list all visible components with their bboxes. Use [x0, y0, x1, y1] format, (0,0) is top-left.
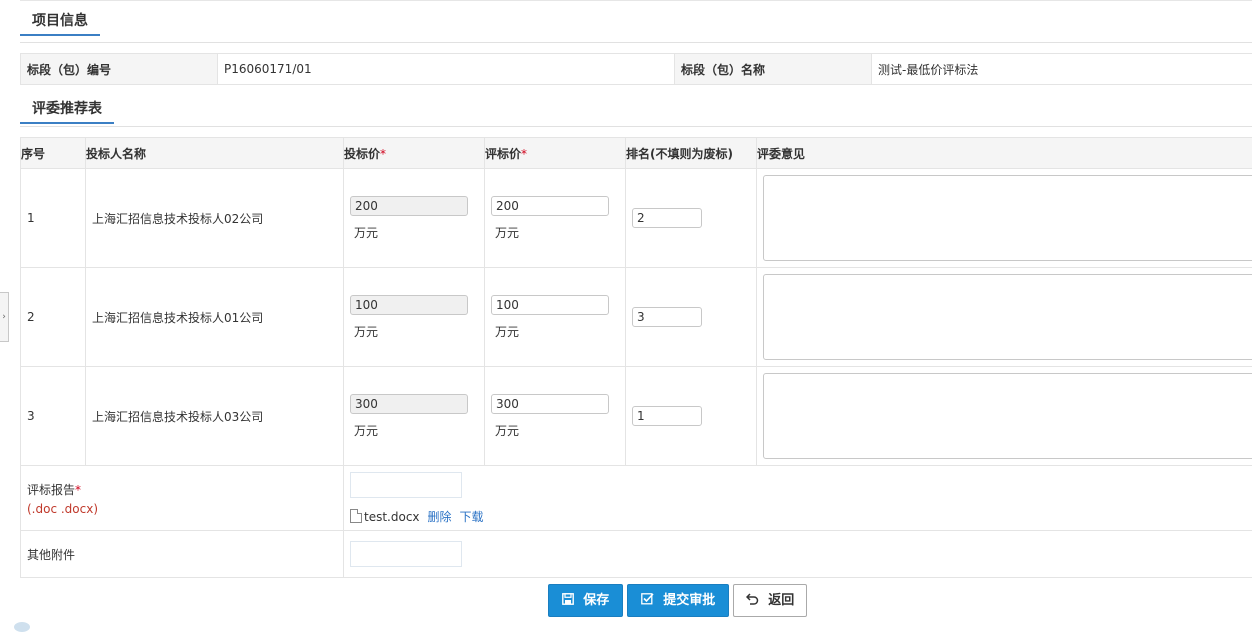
package-name-label: 标段（包）名称 [675, 54, 872, 85]
opinion-textarea[interactable] [763, 373, 1252, 459]
table-row: 2 上海汇招信息技术投标人01公司 万元 万元 [21, 268, 1252, 367]
rank-input[interactable] [632, 307, 702, 327]
unit-label: 万元 [495, 224, 619, 241]
opinion-textarea[interactable] [763, 274, 1252, 360]
package-code-label: 标段（包）编号 [21, 54, 218, 85]
col-seq: 序号 [21, 138, 86, 169]
other-attachment-row: 其他附件 [21, 531, 1252, 578]
col-rank: 排名(不填则为废标) [626, 138, 757, 169]
uploaded-file: test.docx 删除下载 [350, 508, 1248, 525]
package-info-table: 标段（包）编号 P16060171/01 标段（包）名称 测试-最低价评标法 [20, 53, 1252, 85]
col-opinion: 评委意见 [757, 138, 1252, 169]
bid-price-input[interactable] [350, 196, 468, 216]
eval-price-input[interactable] [491, 196, 609, 216]
return-arrow-icon [746, 593, 764, 608]
recommend-table: 序号 投标人名称 投标价* 评标价* 排名(不填则为废标) 评委意见 1 上海汇… [20, 137, 1252, 578]
other-attachment-label: 其他附件 [21, 531, 344, 578]
unit-label: 万元 [354, 224, 478, 241]
package-code-value: P16060171/01 [218, 54, 675, 85]
eval-price-input[interactable] [491, 295, 609, 315]
report-formats: (.doc .docx) [27, 502, 337, 516]
required-mark: * [75, 483, 81, 497]
col-bidder: 投标人名称 [86, 138, 344, 169]
required-mark: * [380, 147, 386, 161]
unit-label: 万元 [495, 422, 619, 439]
row-seq: 3 [21, 367, 86, 466]
report-attachment-row: 评标报告* (.doc .docx) test.docx 删除下载 [21, 466, 1252, 531]
report-upload-box[interactable] [350, 472, 462, 498]
bid-price-input[interactable] [350, 295, 468, 315]
back-label: 返回 [768, 593, 794, 608]
recommend-divider [20, 126, 1252, 127]
project-info-title: 项目信息 [20, 8, 100, 36]
bid-price-input[interactable] [350, 394, 468, 414]
checkbox-edit-icon [641, 593, 659, 608]
package-name-value: 测试-最低价评标法 [872, 54, 1252, 85]
corner-decoration [14, 622, 30, 632]
submit-label: 提交审批 [663, 593, 715, 608]
col-bid-price: 投标价* [344, 138, 485, 169]
download-file-link[interactable]: 下载 [460, 510, 484, 524]
chevron-right-icon: › [2, 312, 6, 322]
table-header-row: 序号 投标人名称 投标价* 评标价* 排名(不填则为废标) 评委意见 [21, 138, 1252, 169]
top-divider [20, 0, 1252, 1]
back-button[interactable]: 返回 [733, 584, 807, 617]
eval-price-input[interactable] [491, 394, 609, 414]
col-eval-price: 评标价* [485, 138, 626, 169]
submit-approval-button[interactable]: 提交审批 [627, 584, 729, 617]
row-bidder: 上海汇招信息技术投标人01公司 [86, 268, 344, 367]
project-info-divider [20, 42, 1252, 43]
save-button[interactable]: 保存 [548, 584, 623, 617]
save-label: 保存 [583, 593, 609, 608]
required-mark: * [521, 147, 527, 161]
report-label: 评标报告 [27, 483, 75, 497]
floppy-icon [562, 593, 579, 608]
row-bidder: 上海汇招信息技术投标人03公司 [86, 367, 344, 466]
other-upload-box[interactable] [350, 541, 462, 567]
opinion-textarea[interactable] [763, 175, 1252, 261]
table-row: 1 上海汇招信息技术投标人02公司 万元 万元 [21, 169, 1252, 268]
row-bidder: 上海汇招信息技术投标人02公司 [86, 169, 344, 268]
recommend-table-title: 评委推荐表 [20, 96, 114, 124]
unit-label: 万元 [354, 323, 478, 340]
unit-label: 万元 [495, 323, 619, 340]
rank-input[interactable] [632, 208, 702, 228]
row-seq: 2 [21, 268, 86, 367]
table-row: 3 上海汇招信息技术投标人03公司 万元 万元 [21, 367, 1252, 466]
rank-input[interactable] [632, 406, 702, 426]
document-icon [350, 509, 362, 523]
row-seq: 1 [21, 169, 86, 268]
file-name: test.docx [364, 510, 420, 524]
unit-label: 万元 [354, 422, 478, 439]
delete-file-link[interactable]: 删除 [428, 510, 452, 524]
sidebar-toggle[interactable]: › [0, 292, 9, 342]
